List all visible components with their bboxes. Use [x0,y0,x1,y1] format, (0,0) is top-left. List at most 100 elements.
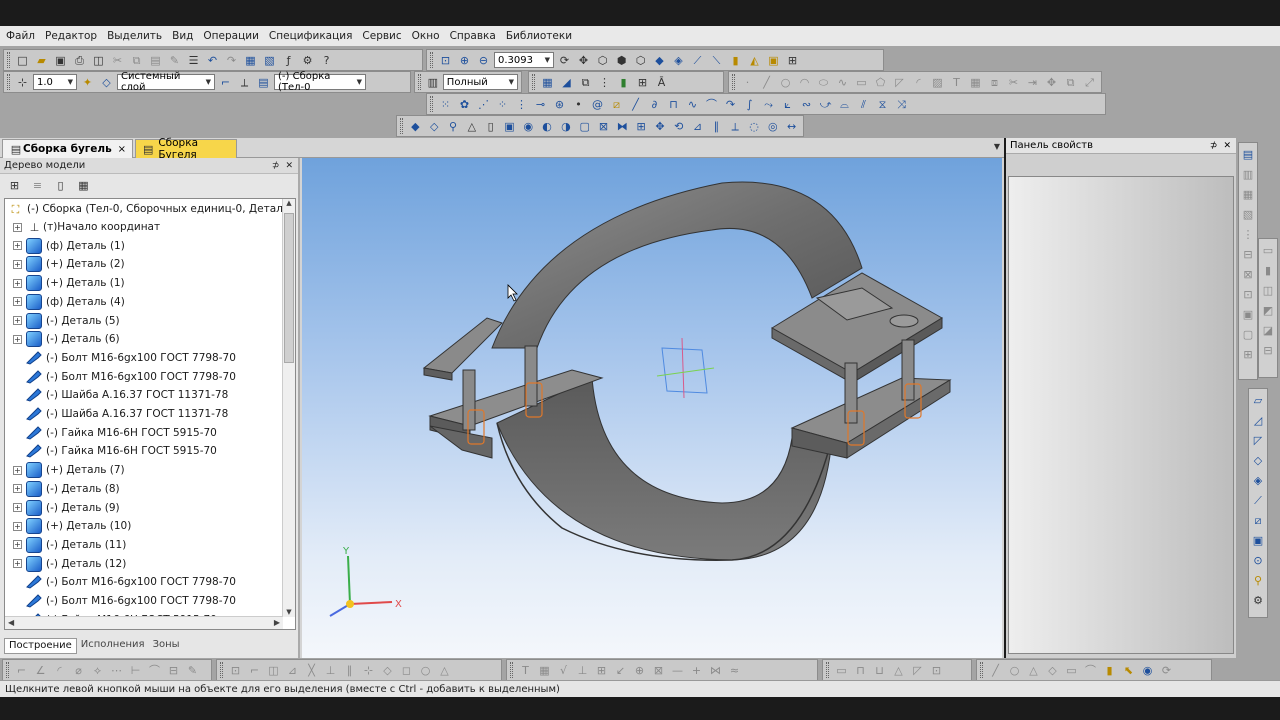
polygon-tool-icon[interactable]: ⬠ [872,74,889,91]
snap-c-icon[interactable]: ◫ [265,662,282,679]
concentric-icon[interactable]: ◎ [764,118,781,135]
filter-d-icon[interactable]: ◇ [1044,662,1061,679]
mates-icon[interactable]: ⊠ [1240,266,1257,283]
rotate-icon[interactable]: ⟳ [556,52,573,69]
menu-help[interactable]: Справка [450,30,496,42]
clamp-assembly-model[interactable]: Y X [302,158,1002,658]
rotate-component-icon[interactable]: ⟲ [670,118,687,135]
list-icon[interactable]: ☰ [185,52,202,69]
plane-normal-icon[interactable]: ◈ [1250,472,1267,489]
zoom-dynamic-icon[interactable]: ⊖ [475,52,492,69]
tree-item[interactable]: +(-) Болт М16-6gx100 ГОСТ 7798-70 [13,368,236,386]
snap-a-icon[interactable]: ⊡ [227,662,244,679]
tree-detach-icon[interactable]: ▯ [52,177,69,194]
snap-j-icon[interactable]: ◻ [398,662,415,679]
tangent-icon[interactable]: ◌ [746,118,763,135]
plane-three-points-icon[interactable]: ◸ [1250,432,1267,449]
expand-icon[interactable]: + [13,241,22,251]
view-e-icon[interactable]: ◸ [909,662,926,679]
expand-icon[interactable]: + [13,540,22,550]
mark-icon[interactable]: ⊠ [650,662,667,679]
dim-diameter-icon[interactable]: ⌀ [70,662,87,679]
mate-icon[interactable]: ⊞ [634,74,651,91]
spec-panel-icon[interactable]: ▢ [1240,326,1257,343]
broken-line-icon[interactable]: ⧄ [608,96,625,113]
dim-edit-icon[interactable]: ✎ [184,662,201,679]
tree-item[interactable]: +(-) Шайба А.16.37 ГОСТ 11371-78 [13,386,228,404]
open-folder-icon[interactable]: ▰ [33,52,50,69]
create-part-icon[interactable]: ◇ [426,118,443,135]
expand-icon[interactable]: + [13,334,22,344]
expand-icon[interactable]: + [13,278,22,288]
perpendicular-icon[interactable]: ⟂ [727,118,744,135]
properties-icon[interactable]: ✎ [166,52,183,69]
hatch-tool-icon[interactable]: ▨ [929,74,946,91]
scale-tool-icon[interactable]: ⤢ [1081,74,1098,91]
tab-versions[interactable]: Исполнения [77,638,149,654]
tree-item[interactable]: +(-) Гайка М16-6Н ГОСТ 5915-70 [13,424,217,442]
axis-line-icon[interactable]: — [669,662,686,679]
spline-tool-icon[interactable]: ∿ [834,74,851,91]
tree-filter-icon[interactable]: ▦ [75,177,92,194]
helix-icon[interactable]: ∫ [741,96,758,113]
redo-icon[interactable]: ↷ [223,52,240,69]
tool-b-icon[interactable]: ▮ [1260,262,1277,279]
offset-tool-icon[interactable]: ⧈ [986,74,1003,91]
point-3d-icon[interactable]: • [570,96,587,113]
display-icon[interactable]: ▥ [425,74,441,91]
tolerance-icon[interactable]: ⊞ [593,662,610,679]
pin-icon[interactable]: ⊅ [1210,141,1218,151]
circle-array-icon[interactable]: ✿ [456,96,473,113]
tree-item[interactable]: + (ф) Деталь (4) [13,293,125,311]
expand-icon[interactable]: + [13,297,22,307]
highlight-filter-icon[interactable]: ◉ [1139,662,1156,679]
fillet-tool-icon[interactable]: ◜ [910,74,927,91]
connect-curve-icon[interactable]: ↷ [722,96,739,113]
text-icon[interactable]: T [517,662,534,679]
cursor-filter-icon[interactable]: ⬉ [1120,662,1137,679]
zoom-window-icon[interactable]: ⊡ [437,52,454,69]
hidden-lines-icon[interactable]: ⬡ [632,52,649,69]
menu-view[interactable]: Вид [172,30,193,42]
tree-sequence-icon[interactable]: ≡ [29,177,46,194]
mirror-icon[interactable]: ⧉ [577,74,594,91]
snap-l-icon[interactable]: △ [436,662,453,679]
mate-point-icon[interactable]: ⚲ [1250,572,1267,589]
view-orientation-icon[interactable]: ⬡ [594,52,611,69]
plane-icon[interactable]: ◢ [558,74,575,91]
tree-item[interactable]: + (+) Деталь (2) [13,255,125,273]
trim-curve-icon[interactable]: ∾ [798,96,815,113]
surface-icon[interactable]: ⊓ [665,96,682,113]
dim-angular-icon[interactable]: ∠ [32,662,49,679]
tree-item[interactable]: + (-) Деталь (12) [13,555,126,573]
intersect-curve-icon[interactable]: ⟀ [779,96,796,113]
chamfer-3d-icon[interactable]: ◑ [557,118,574,135]
assembly-select[interactable]: (-) Сборка (Тел-0 ▼ [274,71,366,93]
menu-edit[interactable]: Редактор [45,30,97,42]
snap-d-icon[interactable]: ⊿ [284,662,301,679]
menu-specification[interactable]: Спецификация [269,30,353,42]
dim-radial-icon[interactable]: ◜ [51,662,68,679]
references-icon[interactable]: ⚙ [299,52,316,69]
section-icon[interactable]: ⟍ [708,52,725,69]
weld-icon[interactable]: ⋈ [707,662,724,679]
parallel-icon[interactable]: ∥ [708,118,725,135]
undo-icon[interactable]: ↶ [204,52,221,69]
curve-points-icon[interactable]: ⋰ [475,96,492,113]
view-b-icon[interactable]: ⊓ [852,662,869,679]
manager-icon[interactable]: ▦ [242,52,259,69]
pattern-icon[interactable]: ⊞ [633,118,650,135]
select-filter-icon[interactable]: ▮ [1101,662,1118,679]
expand-icon[interactable]: + [13,259,22,269]
center-mark-icon[interactable]: + [688,662,705,679]
array-grid-icon[interactable]: ⊛ [551,96,568,113]
add-from-file-icon[interactable]: ◆ [407,118,424,135]
menu-file[interactable]: Файл [6,30,35,42]
copy-icon[interactable]: ⧉ [128,52,145,69]
tab-sborka-bugel[interactable]: ▤ Сборка бугель × [2,139,133,158]
preview-icon[interactable]: ◫ [90,52,107,69]
tab-construction[interactable]: Построение [4,638,77,654]
table-points-icon[interactable]: ⋮ [513,96,530,113]
arc-tool-icon[interactable]: ◠ [796,74,813,91]
circle-tool-icon[interactable]: ○ [777,74,794,91]
